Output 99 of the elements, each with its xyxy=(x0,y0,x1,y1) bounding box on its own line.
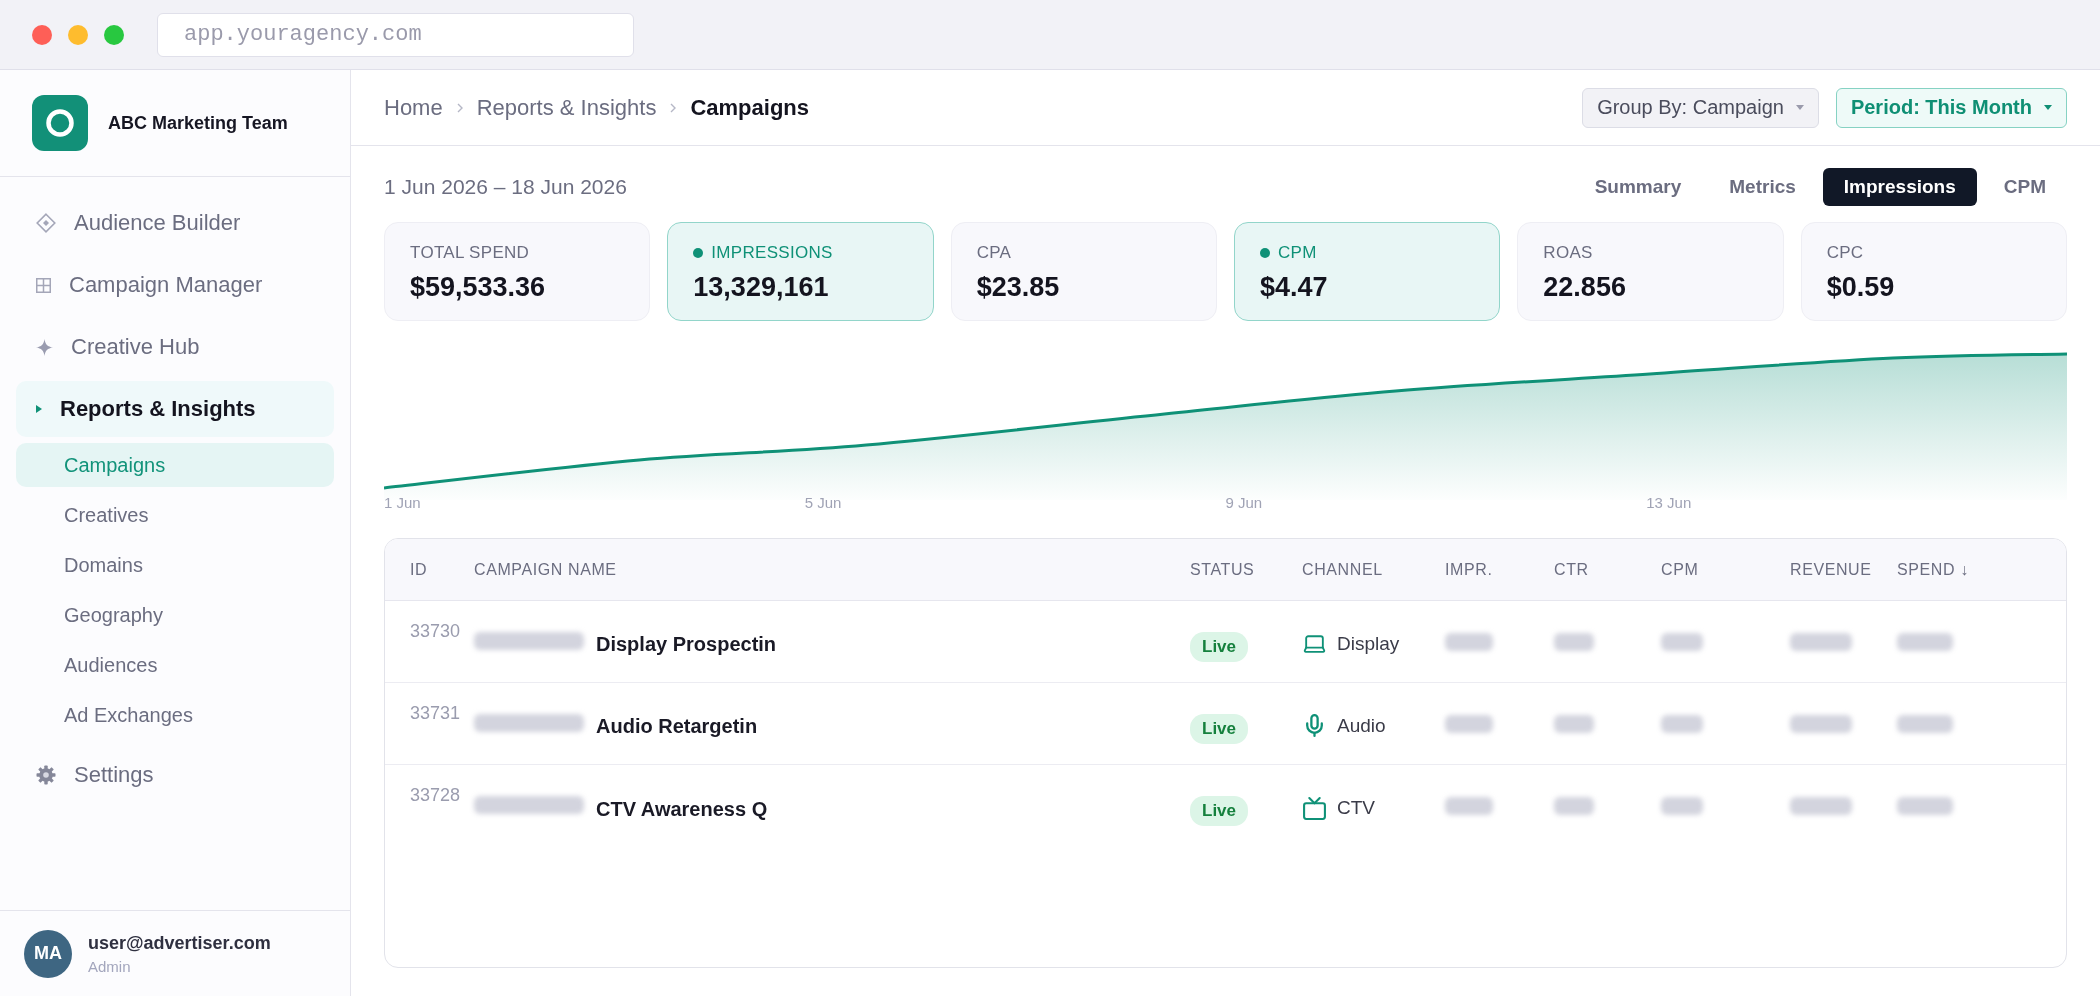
subnav-item[interactable]: Ad Exchanges xyxy=(16,693,334,737)
dot-icon xyxy=(1260,248,1270,258)
channel-label: Audio xyxy=(1337,714,1386,737)
maximize-icon[interactable] xyxy=(104,24,124,45)
blurred-value xyxy=(1897,714,1953,733)
column-header: CHANNEL xyxy=(1302,560,1383,579)
user-role: Admin xyxy=(88,957,132,975)
campaign-name[interactable]: CTV Awareness Q xyxy=(596,797,768,821)
campaign-id: 33730 xyxy=(410,621,461,642)
column-header: CTR xyxy=(1554,560,1589,579)
metric-label: ROAS xyxy=(1543,243,1593,263)
status-badge: Live xyxy=(1190,631,1249,662)
nav-item[interactable]: Audience Builder xyxy=(16,195,334,251)
view-tab[interactable]: CPM xyxy=(1982,168,2067,206)
metric-value: 22.856 xyxy=(1543,272,1627,303)
breadcrumb-link[interactable]: Home xyxy=(384,94,443,121)
view-tab[interactable]: Summary xyxy=(1573,168,1703,206)
metric-card[interactable]: TOTAL SPEND $59,533.36 xyxy=(384,222,651,321)
grid-icon xyxy=(36,277,51,293)
channel-label: CTV xyxy=(1337,797,1375,819)
blurred-value xyxy=(1554,714,1594,733)
status-badge: Live xyxy=(1190,796,1249,826)
column-header: STATUS xyxy=(1190,560,1255,579)
axis-label: 1 Jun xyxy=(384,494,421,512)
metric-value: $0.59 xyxy=(1826,272,1896,303)
metric-value: 13,329,161 xyxy=(693,272,830,303)
blurred-value xyxy=(1661,797,1703,815)
metric-label: TOTAL SPEND xyxy=(410,243,530,263)
subnav-item[interactable]: Audiences xyxy=(16,643,334,687)
breadcrumb-link[interactable]: Reports & Insights xyxy=(476,94,657,121)
nav-item[interactable]: Creative Hub xyxy=(16,319,334,375)
metric-card[interactable]: ROAS 22.856 xyxy=(1517,222,1784,321)
campaign-id: 33728 xyxy=(410,785,461,806)
subnav-item[interactable]: Creatives xyxy=(16,493,334,537)
chevron-icon xyxy=(456,102,463,113)
blurred-value xyxy=(1445,632,1493,651)
avatar: MA xyxy=(24,929,72,978)
blurred-value xyxy=(1554,632,1594,651)
metric-value: $23.85 xyxy=(976,272,1061,303)
column-header: SPEND ↓ xyxy=(1897,560,1969,579)
diamond-icon xyxy=(36,213,56,233)
view-tab[interactable]: Metrics xyxy=(1708,168,1817,206)
nav-item[interactable]: Settings xyxy=(16,747,334,803)
caret-icon xyxy=(2044,105,2052,110)
logo-icon xyxy=(32,95,88,151)
axis-label: 5 Jun xyxy=(804,494,842,512)
subnav-item[interactable]: Domains xyxy=(16,543,334,587)
blurred-value xyxy=(1790,632,1852,651)
metric-card[interactable]: CPM $4.47 xyxy=(1234,222,1501,321)
campaign-name[interactable]: Audio Retargetin xyxy=(596,715,758,738)
axis-label: 9 Jun xyxy=(1225,494,1263,512)
dropdown-button[interactable]: Group By: Campaign xyxy=(1582,87,1819,128)
view-tab[interactable]: Impressions xyxy=(1822,168,1977,206)
blurred-value xyxy=(1897,797,1953,815)
blurred-value xyxy=(1661,714,1703,733)
axis-label: 13 Jun xyxy=(1646,494,1692,512)
settings-icon xyxy=(36,765,56,785)
sparkle-icon xyxy=(36,338,53,356)
subnav-item[interactable]: Geography xyxy=(16,593,334,637)
campaign-id: 33731 xyxy=(410,703,461,724)
column-header: CPM xyxy=(1661,560,1699,579)
column-header: ID xyxy=(410,560,428,579)
subnav-item[interactable]: Campaigns xyxy=(16,443,334,487)
metric-label: CPA xyxy=(976,243,1012,263)
blurred-value xyxy=(1790,714,1852,733)
team-name: ABC Marketing Team xyxy=(108,112,288,134)
tv-icon xyxy=(1302,795,1327,821)
date-range: 1 Jun 2026 – 18 Jun 2026 xyxy=(384,175,627,199)
metric-value: $4.47 xyxy=(1260,272,1329,303)
blurred-value xyxy=(1897,632,1953,651)
page-title: Campaigns xyxy=(690,94,810,121)
chevron-icon xyxy=(670,102,677,113)
channel-label: Display xyxy=(1337,632,1400,655)
column-header: CAMPAIGN NAME xyxy=(474,560,617,579)
address-field[interactable]: app.youragency.com xyxy=(157,12,634,57)
metric-card[interactable]: IMPRESSIONS 13,329,161 xyxy=(667,222,934,321)
metric-label: IMPRESSIONS xyxy=(711,243,833,263)
close-icon[interactable] xyxy=(32,24,52,45)
blurred-value xyxy=(1661,632,1703,651)
blurred-value xyxy=(1554,797,1594,815)
blurred-value xyxy=(1445,714,1493,733)
status-badge: Live xyxy=(1190,713,1249,744)
column-header: IMPR. xyxy=(1445,560,1493,579)
blurred-value xyxy=(1445,797,1493,815)
minimize-icon[interactable] xyxy=(68,24,88,45)
blurred-value xyxy=(1790,797,1852,815)
campaign-name[interactable]: Display Prospectin xyxy=(596,633,777,656)
nav-item[interactable]: Reports & Insights xyxy=(16,381,334,437)
caret-icon xyxy=(1795,105,1804,110)
column-header: REVENUE xyxy=(1790,560,1872,579)
metric-card[interactable]: CPC $0.59 xyxy=(1800,222,2067,321)
dropdown-button[interactable]: Period: This Month xyxy=(1835,87,2067,128)
metric-card[interactable]: CPA $23.85 xyxy=(950,222,1217,321)
user-email: user@advertiser.com xyxy=(88,932,271,954)
nav-item[interactable]: Campaign Manager xyxy=(16,257,334,313)
metric-label: CPM xyxy=(1278,243,1317,263)
dot-icon xyxy=(693,248,704,258)
metric-label: CPC xyxy=(1826,243,1864,263)
metric-value: $59,533.36 xyxy=(410,272,547,303)
